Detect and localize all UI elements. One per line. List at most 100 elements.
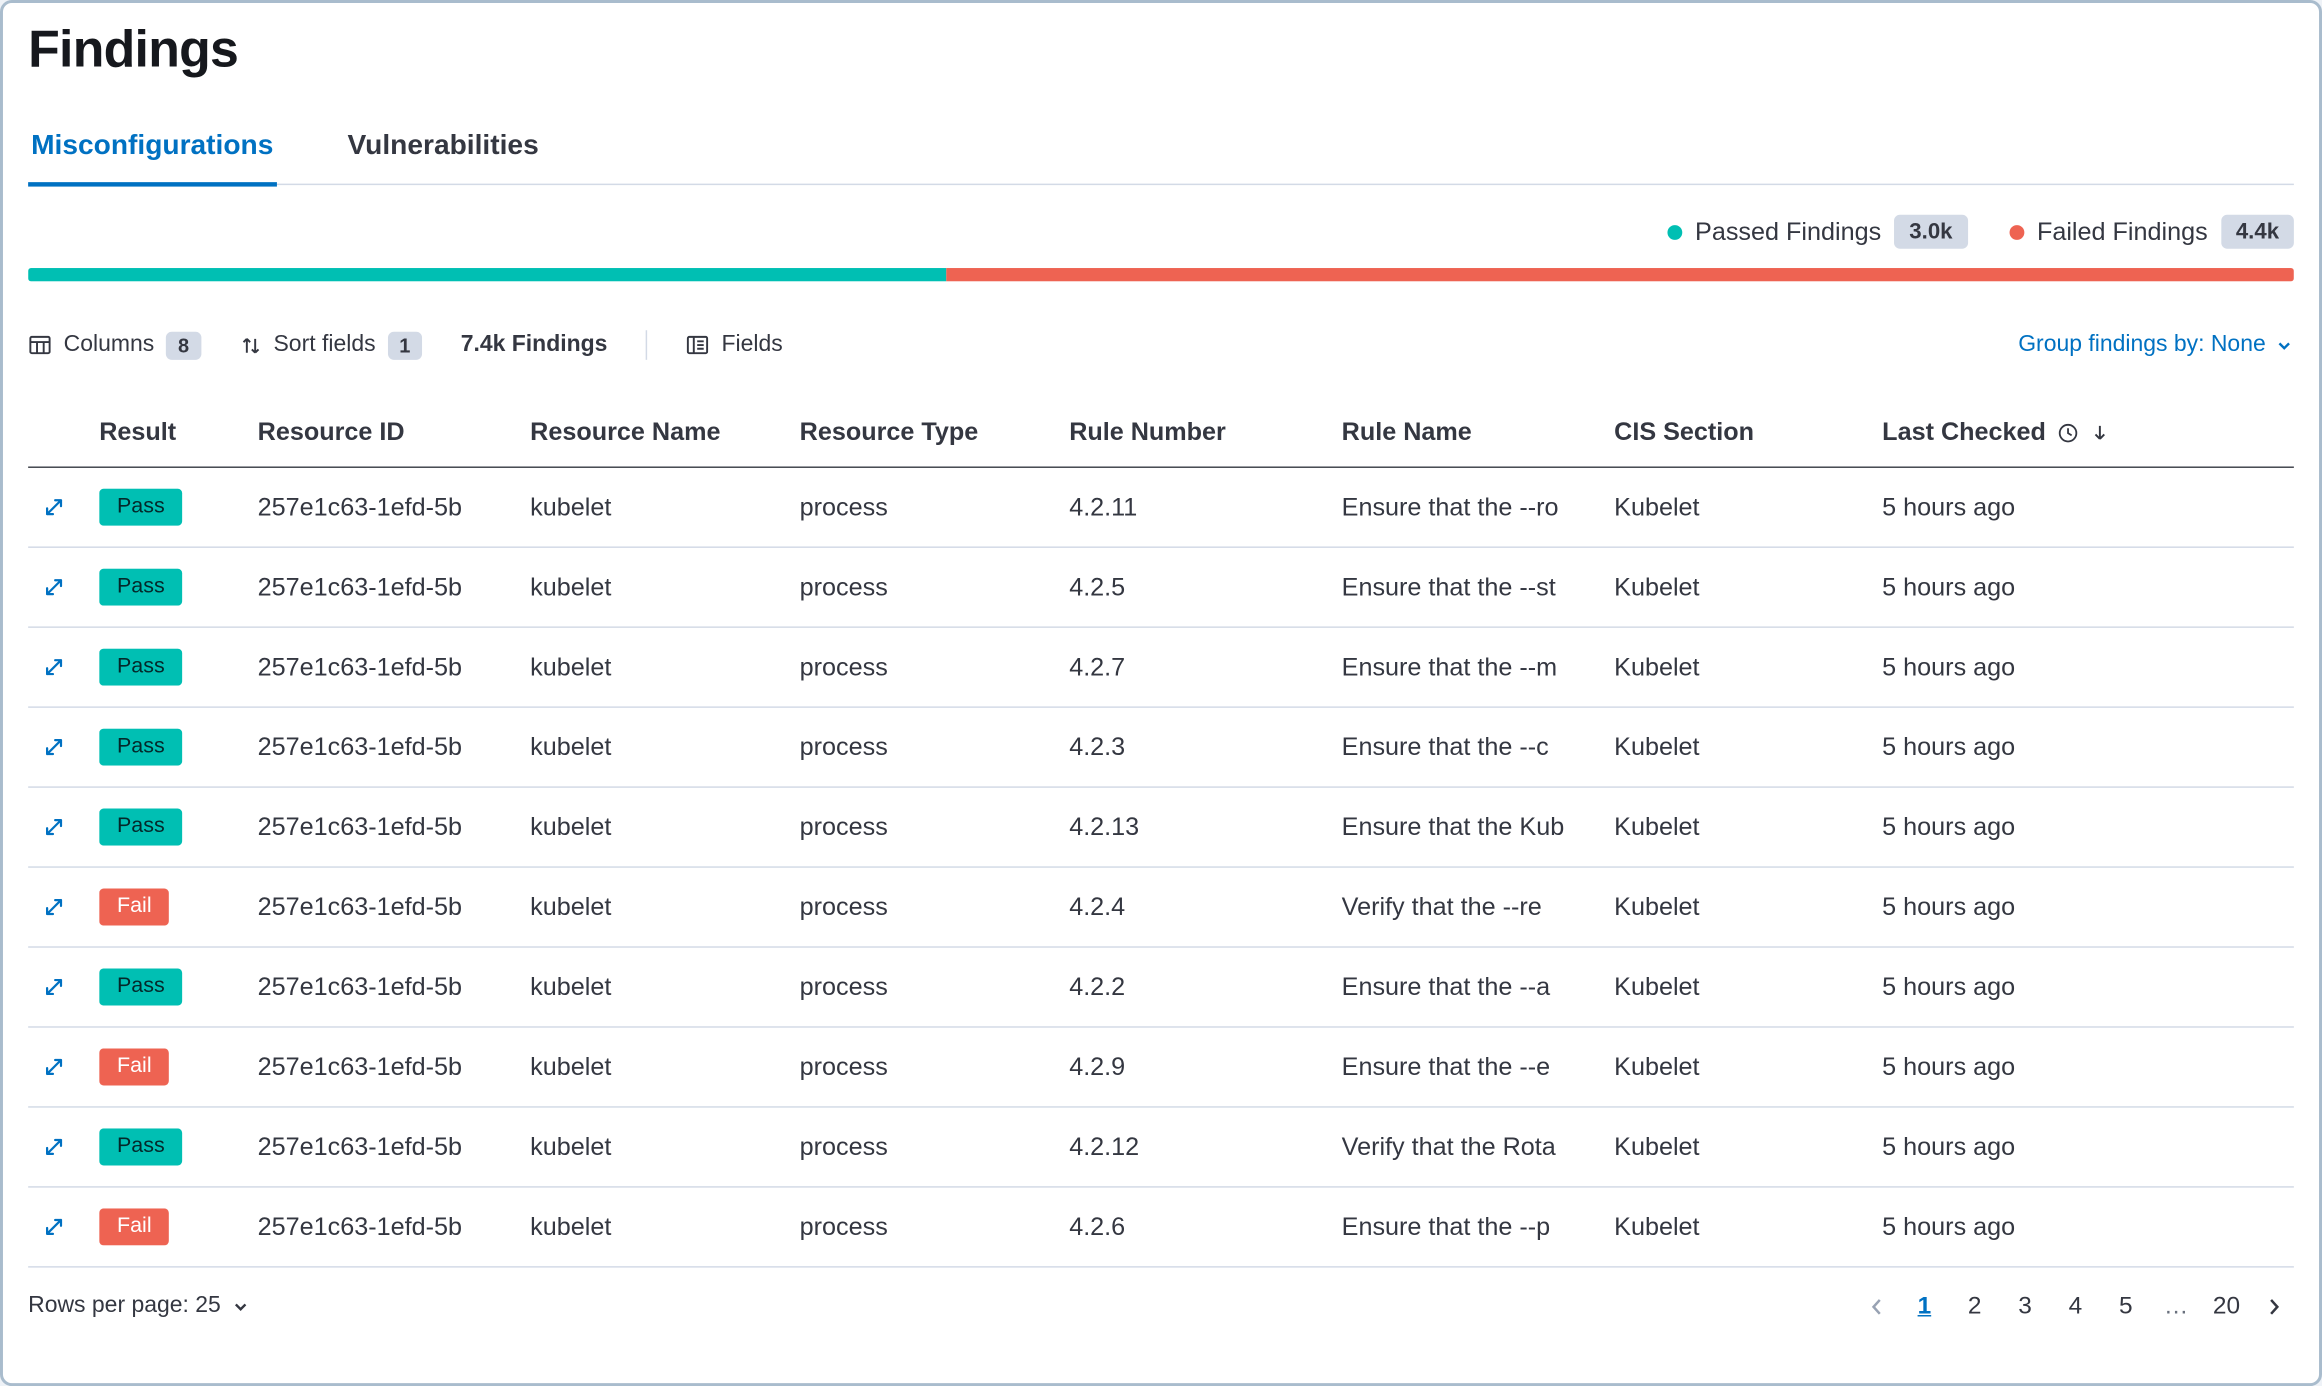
failed-findings-label: Failed Findings: [2037, 217, 2208, 247]
column-header-resource-id[interactable]: Resource ID: [258, 418, 530, 448]
column-header-rule-number[interactable]: Rule Number: [1069, 418, 1341, 448]
pagination-page-5[interactable]: 5: [2103, 1282, 2149, 1329]
column-header-rule-name[interactable]: Rule Name: [1342, 418, 1614, 448]
expand-diagonal-icon: [43, 576, 65, 598]
resource-name-cell: kubelet: [530, 732, 800, 762]
failed-dot-icon: [2009, 224, 2024, 239]
table-row[interactable]: Pass 257e1c63-1efd-5b kubelet process 4.…: [28, 1108, 2294, 1188]
last-checked-cell: 5 hours ago: [1882, 732, 2294, 762]
rule-name-cell: Ensure that the Kub: [1342, 812, 1614, 842]
table-row[interactable]: Pass 257e1c63-1efd-5b kubelet process 4.…: [28, 548, 2294, 628]
pass-fail-distribution-bar: [28, 268, 2294, 281]
table-row[interactable]: Fail 257e1c63-1efd-5b kubelet process 4.…: [28, 868, 2294, 948]
table-row[interactable]: Pass 257e1c63-1efd-5b kubelet process 4.…: [28, 628, 2294, 708]
tab-misconfigurations[interactable]: Misconfigurations: [28, 130, 276, 186]
resource-type-cell: process: [800, 492, 1070, 522]
clock-icon: [2056, 421, 2078, 443]
findings-page: Findings Misconfigurations Vulnerabiliti…: [0, 0, 2322, 1386]
rule-number-cell: 4.2.7: [1069, 652, 1341, 682]
column-header-resource-type[interactable]: Resource Type: [800, 418, 1070, 448]
resource-id-cell: 257e1c63-1efd-5b: [258, 812, 530, 842]
findings-legend: Passed Findings 3.0k Failed Findings 4.4…: [28, 215, 2294, 249]
expand-row-button[interactable]: [28, 976, 65, 998]
chevron-down-icon: [231, 1297, 250, 1316]
cis-section-cell: Kubelet: [1614, 892, 1882, 922]
resource-id-cell: 257e1c63-1efd-5b: [258, 1052, 530, 1082]
rule-number-cell: 4.2.4: [1069, 892, 1341, 922]
expand-row-button[interactable]: [28, 896, 65, 918]
passed-findings-count-badge: 3.0k: [1894, 215, 1967, 249]
expand-diagonal-icon: [43, 1056, 65, 1078]
table-footer: Rows per page: 25 12345…20: [28, 1268, 2294, 1345]
cis-section-cell: Kubelet: [1614, 1052, 1882, 1082]
fields-panel-icon: [686, 333, 710, 357]
expand-row-button[interactable]: [28, 496, 65, 518]
cis-section-cell: Kubelet: [1614, 812, 1882, 842]
fields-button[interactable]: Fields: [686, 332, 783, 359]
group-findings-by-button[interactable]: Group findings by: None: [2018, 332, 2294, 359]
rows-per-page-button[interactable]: Rows per page: 25: [28, 1293, 250, 1320]
expand-row-button[interactable]: [28, 1136, 65, 1158]
pagination-page-4[interactable]: 4: [2052, 1282, 2098, 1329]
last-checked-label: Last Checked: [1882, 418, 2046, 448]
expand-row-button[interactable]: [28, 1056, 65, 1078]
rule-name-cell: Verify that the Rota: [1342, 1132, 1614, 1162]
cis-section-cell: Kubelet: [1614, 1212, 1882, 1242]
table-row[interactable]: Pass 257e1c63-1efd-5b kubelet process 4.…: [28, 788, 2294, 868]
table-row[interactable]: Fail 257e1c63-1efd-5b kubelet process 4.…: [28, 1188, 2294, 1268]
table-body: Pass 257e1c63-1efd-5b kubelet process 4.…: [28, 468, 2294, 1268]
expand-row-button[interactable]: [28, 736, 65, 758]
rule-number-cell: 4.2.2: [1069, 972, 1341, 1002]
toolbar-divider: [646, 330, 647, 360]
chevron-down-icon: [2275, 335, 2294, 354]
sort-fields-count-badge: 1: [387, 331, 422, 359]
previous-page-button[interactable]: [1857, 1295, 1897, 1317]
passed-bar-segment: [28, 268, 946, 281]
resource-name-cell: kubelet: [530, 1212, 800, 1242]
resource-type-cell: process: [800, 972, 1070, 1002]
rule-name-cell: Ensure that the --c: [1342, 732, 1614, 762]
table-toolbar: Columns 8 Sort fields 1 7.4k Findings: [28, 330, 2294, 360]
table-row[interactable]: Pass 257e1c63-1efd-5b kubelet process 4.…: [28, 468, 2294, 548]
table-grid-icon: [28, 333, 52, 357]
expand-diagonal-icon: [43, 816, 65, 838]
last-checked-cell: 5 hours ago: [1882, 1212, 2294, 1242]
sort-arrows-icon: [239, 334, 261, 356]
failed-findings-legend-item: Failed Findings 4.4k: [2009, 215, 2294, 249]
last-checked-cell: 5 hours ago: [1882, 572, 2294, 602]
rule-number-cell: 4.2.6: [1069, 1212, 1341, 1242]
pagination-page-3[interactable]: 3: [2002, 1282, 2048, 1329]
sort-fields-button[interactable]: Sort fields 1: [239, 331, 422, 359]
table-row[interactable]: Pass 257e1c63-1efd-5b kubelet process 4.…: [28, 708, 2294, 788]
tab-vulnerabilities[interactable]: Vulnerabilities: [344, 130, 541, 183]
expand-row-button[interactable]: [28, 656, 65, 678]
failed-findings-count-badge: 4.4k: [2221, 215, 2294, 249]
failed-bar-segment: [946, 268, 2294, 281]
result-badge: Pass: [99, 648, 182, 686]
column-header-resource-name[interactable]: Resource Name: [530, 418, 800, 448]
column-header-last-checked[interactable]: Last Checked: [1882, 418, 2294, 448]
pagination-page-20[interactable]: 20: [2204, 1282, 2250, 1329]
resource-name-cell: kubelet: [530, 1132, 800, 1162]
result-badge: Pass: [99, 968, 182, 1006]
resource-type-cell: process: [800, 732, 1070, 762]
table-row[interactable]: Pass 257e1c63-1efd-5b kubelet process 4.…: [28, 948, 2294, 1028]
columns-button[interactable]: Columns 8: [28, 331, 201, 359]
rule-name-cell: Ensure that the --p: [1342, 1212, 1614, 1242]
expand-row-button[interactable]: [28, 816, 65, 838]
expand-row-button[interactable]: [28, 1216, 65, 1238]
table-row[interactable]: Fail 257e1c63-1efd-5b kubelet process 4.…: [28, 1028, 2294, 1108]
result-badge: Pass: [99, 488, 182, 526]
result-badge: Pass: [99, 728, 182, 766]
pagination-page-1[interactable]: 1: [1901, 1282, 1947, 1329]
next-page-button[interactable]: [2254, 1295, 2294, 1317]
column-header-result[interactable]: Result: [99, 418, 257, 448]
expand-row-button[interactable]: [28, 576, 65, 598]
pagination-page-2[interactable]: 2: [1952, 1282, 1998, 1329]
last-checked-cell: 5 hours ago: [1882, 1132, 2294, 1162]
expand-diagonal-icon: [43, 976, 65, 998]
last-checked-cell: 5 hours ago: [1882, 652, 2294, 682]
resource-name-cell: kubelet: [530, 492, 800, 522]
column-header-cis-section[interactable]: CIS Section: [1614, 418, 1882, 448]
last-checked-cell: 5 hours ago: [1882, 492, 2294, 522]
